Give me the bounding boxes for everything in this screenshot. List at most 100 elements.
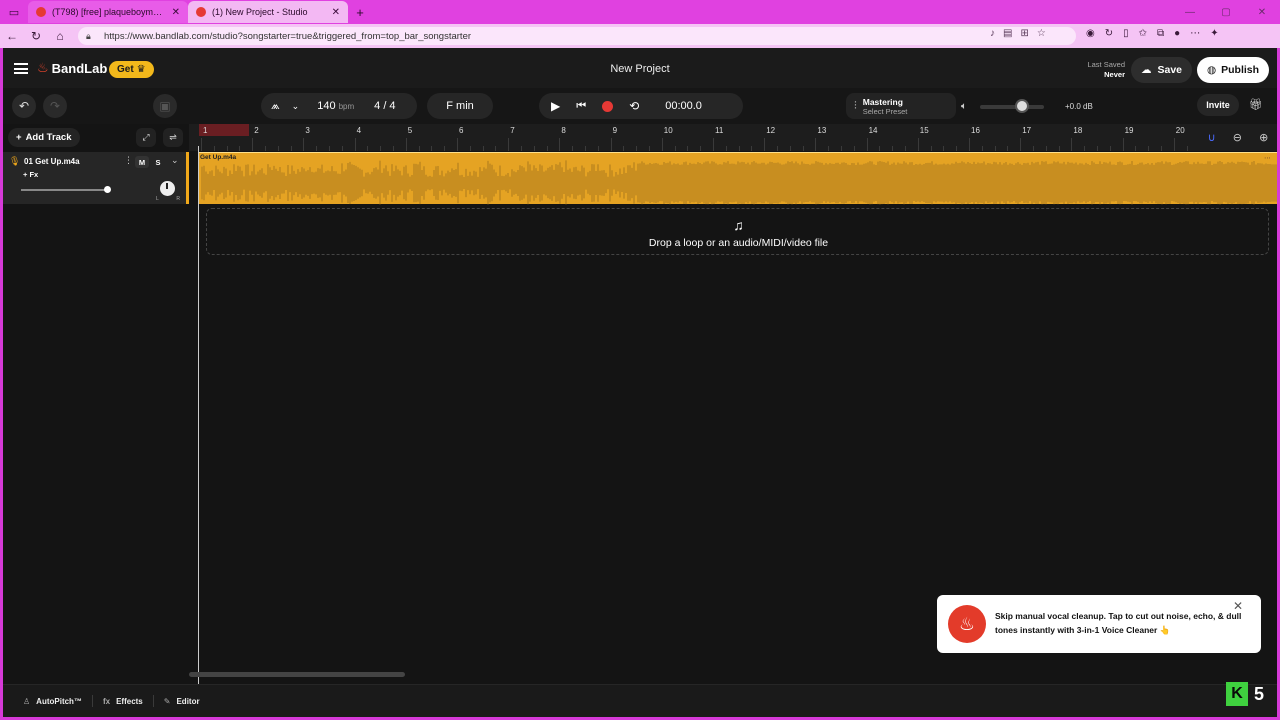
speaker-icon[interactable]: 🔈︎ [961, 101, 967, 112]
redo-icon[interactable]: ↷ [43, 94, 67, 118]
publish-label: Publish [1221, 64, 1260, 76]
track-name[interactable]: 01 Get Up.m4a [24, 157, 80, 166]
voice-cleaner-toast[interactable]: ♨ Skip manual vocal cleanup. Tap to cut … [937, 595, 1261, 653]
bpm-value[interactable]: 140 [317, 100, 335, 112]
add-fx-button[interactable]: + Fx [23, 170, 38, 179]
close-window-icon[interactable]: ✕ [1244, 0, 1280, 24]
minimize-icon[interactable]: — [1172, 0, 1208, 24]
close-tab-icon[interactable]: ✕ [332, 7, 340, 18]
favorites-icon[interactable]: ✩ [1139, 28, 1147, 39]
playback-controls: ▶ ⏮ ⟲ 00:00.0 [539, 93, 743, 119]
drop-zone-text: Drop a loop or an audio/MIDI/video file [648, 237, 829, 249]
collections-icon[interactable]: ⧉ [1157, 28, 1164, 39]
maximize-icon[interactable]: ▢ [1208, 0, 1244, 24]
save-button[interactable]: ☁ Save [1131, 57, 1193, 83]
ruler-tick [981, 146, 983, 151]
audio-region[interactable]: Get Up.m4a ⋯ [198, 152, 1277, 205]
microphone-icon[interactable]: ♪ [990, 28, 995, 39]
ruler-tick [1173, 138, 1175, 151]
zoom-out-icon[interactable]: ⊖ [1233, 131, 1242, 144]
ruler-tick [828, 146, 830, 151]
ruler-tick [495, 146, 497, 151]
back-icon[interactable]: ← [0, 29, 24, 43]
ruler-tick [994, 146, 996, 151]
drop-zone[interactable]: ♫ Drop a loop or an audio/MIDI/video fil… [206, 208, 1269, 255]
bar-number: 20 [1175, 126, 1185, 135]
publish-button[interactable]: ◍ Publish [1197, 57, 1269, 83]
snap-magnet-icon[interactable]: ∪ [1208, 131, 1216, 144]
ruler-tick [1097, 146, 1098, 151]
tab-actions-icon[interactable]: ▭ [0, 0, 28, 24]
ruler-tick [841, 146, 842, 151]
playhead[interactable] [198, 146, 199, 684]
play-icon[interactable]: ▶ [551, 99, 560, 113]
ruler-tick [943, 146, 945, 151]
menu-icon[interactable] [14, 63, 28, 74]
track-menu-icon[interactable]: ⋮ [124, 155, 133, 166]
tempo-group: ⩕ ⌄ 140 bpm 4 / 4 [261, 93, 417, 119]
cloud-upload-icon: ☁ [1141, 64, 1152, 76]
bar-number: 3 [305, 126, 310, 135]
time-display: 00:00.0 [665, 100, 702, 112]
bar-number: 8 [561, 126, 566, 135]
key-selector[interactable]: F min [427, 93, 493, 119]
mastering-preset: Select Preset [862, 106, 908, 116]
get-membership-button[interactable]: Get ♛ [109, 61, 154, 78]
track-header[interactable]: 🎙︎ 01 Get Up.m4a + Fx ⋮ M S ⌄ L R [3, 152, 189, 204]
automation-icon[interactable]: ⤢ [136, 128, 156, 147]
zoom-in-icon[interactable]: ⊕ [1259, 131, 1268, 144]
gift-icon[interactable]: 🎁︎ [1249, 98, 1263, 111]
record-icon[interactable] [602, 100, 614, 112]
track-settings-icon[interactable]: ⇌ [163, 128, 183, 147]
close-icon[interactable]: ✕ [1233, 599, 1243, 613]
invite-button[interactable]: Invite [1197, 94, 1239, 116]
loop-selection-icon[interactable]: ▣ [153, 94, 177, 118]
effects-button[interactable]: fx Effects [103, 697, 143, 706]
metronome-icon[interactable]: ⩕ [271, 100, 280, 113]
pan-knob[interactable] [160, 181, 175, 196]
solo-button[interactable]: S [151, 156, 165, 168]
refresh-extension-icon[interactable]: ↻ [1105, 28, 1113, 39]
skip-to-start-icon[interactable]: ⏮ [576, 100, 586, 113]
extension-icon[interactable]: ◉ [1086, 28, 1095, 39]
master-volume-knob[interactable] [1015, 99, 1029, 113]
mastering-button[interactable]: ⫶ Mastering Select Preset [846, 93, 956, 119]
refresh-icon[interactable]: ↻ [24, 29, 48, 43]
horizontal-scrollbar[interactable] [189, 672, 405, 677]
chevron-down-icon[interactable]: ⌄ [292, 101, 300, 112]
ruler-tick [930, 146, 932, 151]
more-icon[interactable]: ⋯ [1190, 28, 1200, 39]
reader-icon[interactable]: ▤ [1003, 28, 1012, 39]
autopitch-button[interactable]: ♙ AutoPitch™ [23, 697, 82, 706]
apps-icon[interactable]: ⊞ [1020, 28, 1028, 39]
ruler-tick [546, 146, 548, 151]
bar-ruler[interactable]: 1 2 3 4 5 6 7 8 9 10 11 12 13 14 15 16 17 18 19 20 [189, 124, 1277, 151]
region-menu-icon[interactable]: ⋯ [1264, 154, 1271, 162]
close-tab-icon[interactable]: ✕ [172, 7, 180, 18]
home-icon[interactable]: ⌂ [48, 29, 72, 43]
ruler-tick [393, 146, 394, 151]
new-tab-icon[interactable]: + [348, 0, 372, 24]
editor-button[interactable]: ✎ Editor [164, 697, 200, 706]
ruler-tick [623, 146, 625, 151]
mastering-title: Mastering [862, 96, 903, 107]
time-signature[interactable]: 4 / 4 [374, 100, 395, 112]
tab-youtube[interactable]: (T798) [free] plaqueboymax samp ✕ [28, 1, 188, 23]
profile-icon[interactable]: ● [1174, 28, 1180, 39]
loop-icon[interactable]: ⟲ [629, 99, 639, 113]
add-track-button[interactable]: + Add Track [8, 128, 80, 147]
mute-button[interactable]: M [135, 156, 149, 168]
ruler-tick [572, 146, 574, 151]
chevron-down-icon[interactable]: ⌄ [171, 155, 179, 166]
split-screen-icon[interactable]: ▯ [1123, 28, 1129, 39]
favorite-icon[interactable]: ☆ [1037, 28, 1046, 39]
master-volume-slider[interactable] [980, 105, 1044, 109]
tab-title: (1) New Project - Studio [212, 7, 308, 17]
track-volume-knob[interactable] [104, 186, 111, 193]
copilot-icon[interactable]: ✦ [1210, 28, 1218, 39]
track-volume-slider[interactable] [21, 189, 107, 191]
undo-icon[interactable]: ↶ [12, 94, 36, 118]
bandlab-logo[interactable]: ♨ BandLab [37, 60, 107, 76]
url-field[interactable]: 🔒︎ https://www.bandlab.com/studio?songst… [78, 27, 1076, 45]
tab-bandlab[interactable]: (1) New Project - Studio ✕ [188, 1, 348, 23]
